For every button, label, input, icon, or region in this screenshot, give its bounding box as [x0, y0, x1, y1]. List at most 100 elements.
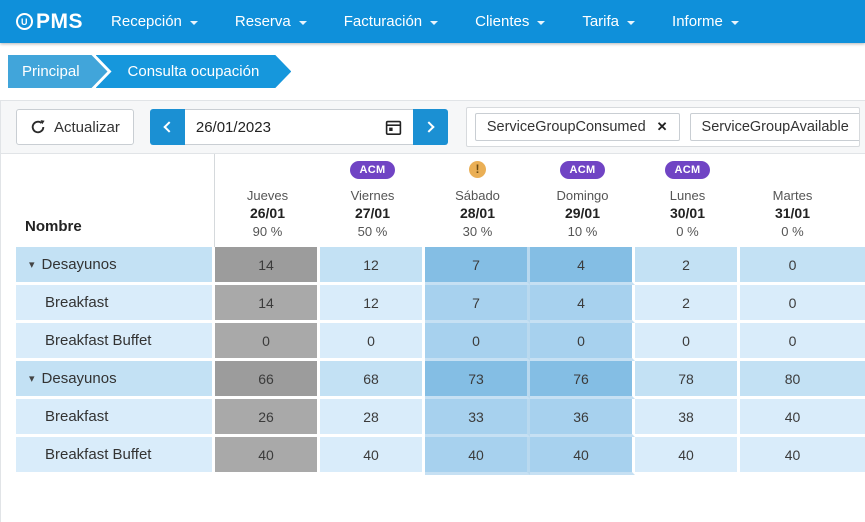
caret-down-icon[interactable]: ▾ [29, 372, 35, 385]
value-cell: 26 [215, 399, 320, 437]
day-label: Sábado [425, 188, 530, 203]
filter-chip-label: ServiceGroupAvailable [702, 119, 849, 135]
row-filler-cell [845, 361, 865, 399]
occupancy-table: Nombre Jueves26/0190 %ACMViernes27/0150 … [16, 154, 865, 475]
badge-slot [740, 161, 845, 185]
value-cell: 36 [530, 399, 635, 437]
date-input[interactable]: 26/01/2023 [185, 109, 413, 145]
row-filler-cell [845, 437, 865, 475]
value-cell: 0 [320, 323, 425, 361]
nav-item-clientes[interactable]: Clientes [475, 13, 545, 30]
nav-item-tarifa[interactable]: Tarifa [582, 13, 635, 30]
row-name-cell: Breakfast Buffet [16, 323, 215, 361]
table-row-breakfast-buffet: Breakfast Buffet000000 [16, 323, 865, 361]
chevron-down-icon [190, 21, 198, 25]
chevron-down-icon [731, 21, 739, 25]
badge-slot: ACM [635, 161, 740, 185]
occupancy-percent: 10 % [530, 224, 635, 239]
day-column-header-sabado: !Sábado28/0130 % [425, 154, 530, 247]
value-cell: 0 [740, 323, 845, 361]
group-row-desayunos: ▾Desayunos666873767880 [16, 361, 865, 399]
value-cell: 0 [530, 323, 635, 361]
breadcrumb-item-consulta-ocupacion[interactable]: Consulta ocupación [96, 55, 292, 88]
value-cell: 73 [425, 361, 530, 399]
row-name-cell: Breakfast Buffet [16, 437, 215, 475]
acm-badge: ACM [350, 161, 396, 179]
row-name-label: Breakfast Buffet [45, 332, 151, 349]
day-label: Lunes [635, 188, 740, 203]
value-cell: 40 [635, 437, 740, 475]
calendar-icon[interactable] [385, 119, 402, 136]
brand-icon: U [16, 13, 33, 30]
value-cell: 80 [740, 361, 845, 399]
value-cell: 66 [215, 361, 320, 399]
nav-menu: Recepción Reserva Facturación Clientes Tarif… [111, 13, 739, 30]
value-cell: 14 [215, 285, 320, 323]
badge-slot [215, 161, 320, 185]
top-navbar: U PMS Recepción Reserva Facturación Cliente… [0, 0, 865, 43]
value-cell: 14 [215, 247, 320, 285]
nav-item-informe[interactable]: Informe [672, 13, 739, 30]
nav-item-label: Clientes [475, 13, 529, 30]
chevron-down-icon [627, 21, 635, 25]
row-name-cell[interactable]: ▾Desayunos [16, 247, 215, 285]
caret-down-icon[interactable]: ▾ [29, 258, 35, 271]
day-column-header-jueves: Jueves26/0190 % [215, 154, 320, 247]
group-row-desayunos: ▾Desayunos14127420 [16, 247, 865, 285]
date-label: 30/01 [635, 205, 740, 221]
value-cell: 7 [425, 285, 530, 323]
day-label: Martes [740, 188, 845, 203]
breadcrumb-item-principal[interactable]: Principal [8, 55, 108, 88]
day-label: Viernes [320, 188, 425, 203]
chevron-left-icon [163, 121, 174, 132]
value-cell: 33 [425, 399, 530, 437]
acm-badge: ACM [560, 161, 606, 179]
acm-badge: ACM [665, 161, 711, 179]
nav-item-recepcion[interactable]: Recepción [111, 13, 198, 30]
value-cell: 28 [320, 399, 425, 437]
table-wrapper: Nombre Jueves26/0190 %ACMViernes27/0150 … [1, 154, 865, 475]
remove-filter-icon[interactable]: ✕ [657, 119, 668, 135]
table-row-breakfast: Breakfast14127420 [16, 285, 865, 323]
value-cell: 0 [740, 285, 845, 323]
header-filler [845, 154, 865, 247]
occupancy-percent: 30 % [425, 224, 530, 239]
name-column-header: Nombre [16, 154, 215, 247]
nav-item-facturacion[interactable]: Facturación [344, 13, 438, 30]
refresh-label: Actualizar [54, 119, 120, 136]
value-cell: 68 [320, 361, 425, 399]
filter-container[interactable]: ServiceGroupConsumed ✕ ServiceGroupAvailab… [466, 107, 860, 147]
toolbar: Actualizar 26/01/2023 ServiceGro [1, 101, 865, 154]
day-label: Domingo [530, 188, 635, 203]
date-value: 26/01/2023 [196, 119, 271, 136]
row-name-cell[interactable]: ▾Desayunos [16, 361, 215, 399]
value-cell: 78 [635, 361, 740, 399]
value-cell: 40 [320, 437, 425, 475]
refresh-button[interactable]: Actualizar [16, 109, 134, 145]
brand-text: PMS [36, 10, 83, 34]
table-header: Nombre Jueves26/0190 %ACMViernes27/0150 … [16, 154, 865, 247]
badge-slot: ACM [320, 161, 425, 185]
value-cell: 4 [530, 247, 635, 285]
value-cell: 2 [635, 247, 740, 285]
warning-badge: ! [469, 161, 486, 178]
nav-item-label: Informe [672, 13, 723, 30]
value-cell: 0 [740, 247, 845, 285]
row-filler-cell [845, 247, 865, 285]
badge-slot: ! [425, 161, 530, 185]
content-panel: Actualizar 26/01/2023 ServiceGro [0, 100, 865, 522]
value-cell: 0 [635, 323, 740, 361]
chevron-down-icon [299, 21, 307, 25]
date-label: 27/01 [320, 205, 425, 221]
date-label: 26/01 [215, 205, 320, 221]
brand-logo[interactable]: U PMS [16, 10, 83, 34]
filter-chip-label: ServiceGroupConsumed [487, 119, 646, 135]
value-cell: 38 [635, 399, 740, 437]
badge-slot: ACM [530, 161, 635, 185]
filter-chip-servicegroupavailable: ServiceGroupAvailable✕ [690, 113, 860, 141]
date-navigator: 26/01/2023 [150, 109, 448, 145]
date-next-button[interactable] [413, 109, 448, 145]
date-prev-button[interactable] [150, 109, 185, 145]
day-column-header-viernes: ACMViernes27/0150 % [320, 154, 425, 247]
nav-item-reserva[interactable]: Reserva [235, 13, 307, 30]
